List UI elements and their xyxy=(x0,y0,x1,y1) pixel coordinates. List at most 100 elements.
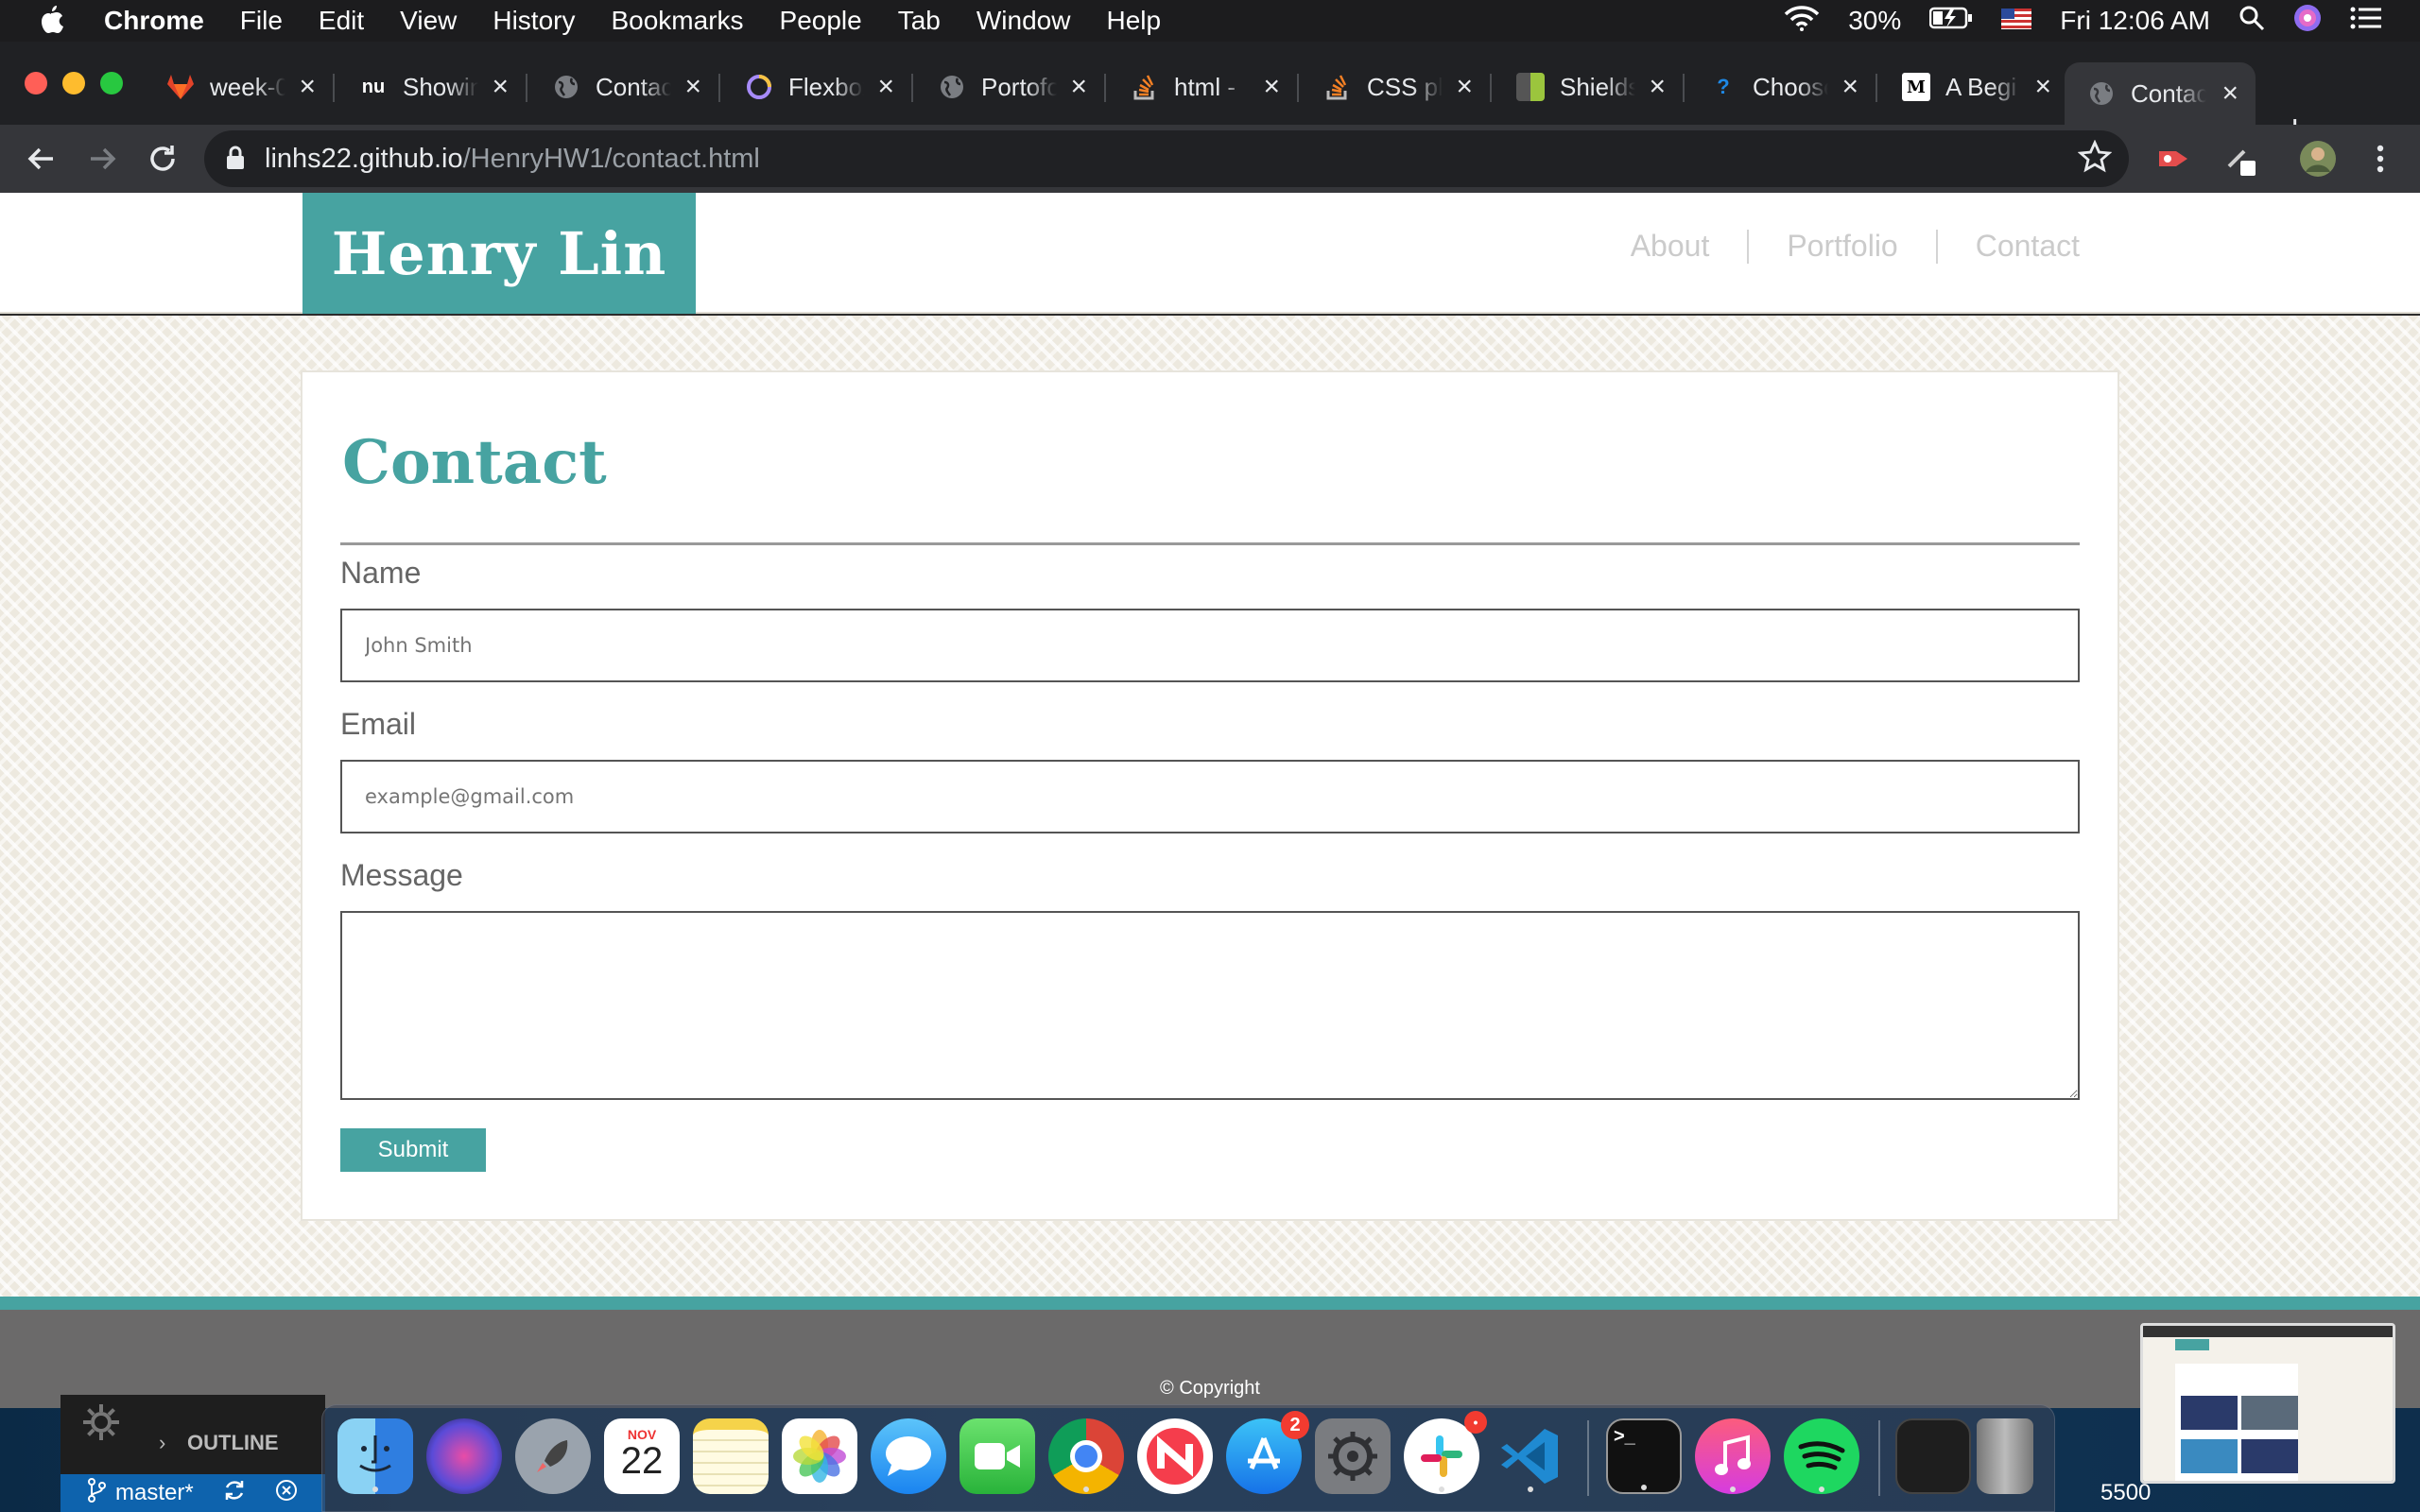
tab-a-beginner[interactable]: M A Begi × xyxy=(1879,62,2068,112)
name-input[interactable] xyxy=(340,609,2080,682)
terminal-icon[interactable]: >_ xyxy=(1606,1418,1682,1494)
git-branch-icon[interactable] xyxy=(87,1477,106,1509)
launchpad-rocket-icon[interactable] xyxy=(515,1418,591,1494)
email-label: Email xyxy=(340,707,417,741)
tab-close-icon[interactable]: × xyxy=(877,71,894,103)
settings-gear-icon[interactable] xyxy=(79,1400,123,1449)
itunes-music-icon[interactable] xyxy=(1695,1418,1771,1494)
finder-icon[interactable] xyxy=(337,1418,413,1494)
tab-strip: week-0 × nu Showing × Contact × Flexbox … xyxy=(0,42,2420,147)
url-host: linhs22.github.io xyxy=(265,143,463,174)
tab-close-icon[interactable]: × xyxy=(1263,71,1280,103)
notes-icon[interactable] xyxy=(693,1418,769,1494)
sync-icon[interactable] xyxy=(222,1478,247,1509)
messages-icon[interactable] xyxy=(871,1418,946,1494)
battery-charging-icon[interactable] xyxy=(1929,6,1973,36)
menu-file[interactable]: File xyxy=(240,6,283,36)
menu-app-name[interactable]: Chrome xyxy=(104,6,204,36)
forward-arrow-icon[interactable] xyxy=(83,140,121,178)
spotlight-search-icon[interactable] xyxy=(2238,5,2265,38)
tab-shields[interactable]: Shields × xyxy=(1494,62,1685,112)
vscode-icon[interactable] xyxy=(1493,1418,1568,1494)
tab-contact[interactable]: Contact × xyxy=(529,62,720,112)
tab-label: week-0 xyxy=(210,72,285,101)
close-window-button[interactable] xyxy=(25,72,47,94)
git-branch-name[interactable]: master* xyxy=(115,1480,194,1506)
menu-people[interactable]: People xyxy=(780,6,862,36)
tab-close-icon[interactable]: × xyxy=(1456,71,1473,103)
tab-close-icon[interactable]: × xyxy=(299,71,316,103)
wifi-icon[interactable] xyxy=(1784,5,1820,38)
apple-icon[interactable] xyxy=(38,6,72,36)
downloads-stack-icon[interactable] xyxy=(1895,1418,1971,1494)
outline-panel-label[interactable]: OUTLINE xyxy=(187,1431,279,1455)
error-status-icon[interactable] xyxy=(275,1479,298,1508)
tab-label: Contact xyxy=(596,72,671,101)
menu-view[interactable]: View xyxy=(400,6,457,36)
site-logo[interactable]: Henry Lin xyxy=(302,193,696,314)
more-menu-icon[interactable] xyxy=(2361,140,2399,178)
spotify-icon[interactable] xyxy=(1784,1418,1859,1494)
tab-week[interactable]: week-0 × xyxy=(144,62,335,112)
address-bar[interactable]: linhs22.github.io/HenryHW1/contact.html xyxy=(204,130,2129,187)
tab-close-icon[interactable]: × xyxy=(684,71,701,103)
photos-icon[interactable] xyxy=(782,1418,857,1494)
tab-portofolio[interactable]: Portofolio × xyxy=(915,62,1106,112)
tab-close-icon[interactable]: × xyxy=(1649,71,1666,103)
menu-tab[interactable]: Tab xyxy=(898,6,941,36)
chevron-right-icon[interactable]: › xyxy=(159,1431,165,1455)
battery-percent[interactable]: 30% xyxy=(1848,6,1901,36)
app-store-icon[interactable]: 2 xyxy=(1226,1411,1309,1494)
extension-record-icon[interactable] xyxy=(2155,140,2193,178)
siri-icon[interactable] xyxy=(2293,4,2322,39)
tab-close-icon[interactable]: × xyxy=(2034,71,2051,103)
submit-button[interactable]: Submit xyxy=(340,1128,486,1172)
control-center-icon[interactable] xyxy=(2350,6,2382,37)
tab-css[interactable]: CSS pl × xyxy=(1301,62,1492,112)
profile-avatar[interactable] xyxy=(2299,140,2337,178)
nav-about-link[interactable]: About xyxy=(1593,229,1748,264)
tab-contact-active[interactable]: Contact × xyxy=(2065,62,2256,125)
screenshot-thumbnail-preview[interactable] xyxy=(2140,1323,2395,1484)
nav-portfolio-link[interactable]: Portfolio xyxy=(1749,229,1935,264)
lock-icon[interactable] xyxy=(225,145,248,173)
menu-bookmarks[interactable]: Bookmarks xyxy=(611,6,743,36)
url-text[interactable]: linhs22.github.io/HenryHW1/contact.html xyxy=(265,144,760,175)
bookmark-star-icon[interactable] xyxy=(2077,139,2116,178)
tab-html[interactable]: html - × xyxy=(1108,62,1299,112)
tab-close-icon[interactable]: × xyxy=(492,71,509,103)
trash-icon[interactable] xyxy=(1977,1418,2033,1494)
menu-help[interactable]: Help xyxy=(1106,6,1161,36)
live-server-port[interactable]: 5500 xyxy=(2100,1480,2151,1506)
tab-choose[interactable]: ? Choose × xyxy=(1686,62,1877,112)
zoom-window-button[interactable] xyxy=(100,72,123,94)
menu-edit[interactable]: Edit xyxy=(319,6,364,36)
news-icon[interactable] xyxy=(1137,1418,1213,1494)
tab-close-icon[interactable]: × xyxy=(1070,71,1087,103)
menu-window[interactable]: Window xyxy=(977,6,1071,36)
site-brand-text: Henry Lin xyxy=(331,218,667,288)
minimize-window-button[interactable] xyxy=(62,72,85,94)
back-arrow-icon[interactable] xyxy=(23,140,60,178)
siri-dock-icon[interactable] xyxy=(426,1418,502,1494)
eyedropper-extension-icon[interactable] xyxy=(2220,140,2257,178)
us-flag-icon[interactable] xyxy=(2001,6,2032,36)
page-title: Contact xyxy=(342,427,607,498)
tab-showing[interactable]: nu Showing × xyxy=(337,62,527,112)
globe-icon xyxy=(938,73,966,101)
menu-history[interactable]: History xyxy=(493,6,575,36)
message-textarea[interactable] xyxy=(340,911,2080,1100)
tab-close-icon[interactable]: × xyxy=(2221,77,2238,110)
chrome-icon[interactable] xyxy=(1048,1418,1124,1494)
tab-flexbox[interactable]: Flexbox × xyxy=(722,62,913,112)
slack-icon[interactable]: • xyxy=(1404,1411,1487,1494)
clock[interactable]: Fri 12:06 AM xyxy=(2060,6,2210,36)
reload-icon[interactable] xyxy=(144,140,182,178)
calendar-icon[interactable]: NOV 22 xyxy=(604,1418,680,1494)
nav-contact-link[interactable]: Contact xyxy=(1938,229,2118,264)
facetime-icon[interactable] xyxy=(959,1418,1035,1494)
tab-close-icon[interactable]: × xyxy=(1841,71,1858,103)
tab-label: html - xyxy=(1174,72,1236,101)
email-input[interactable] xyxy=(340,760,2080,833)
system-preferences-gear-icon[interactable] xyxy=(1315,1418,1391,1494)
